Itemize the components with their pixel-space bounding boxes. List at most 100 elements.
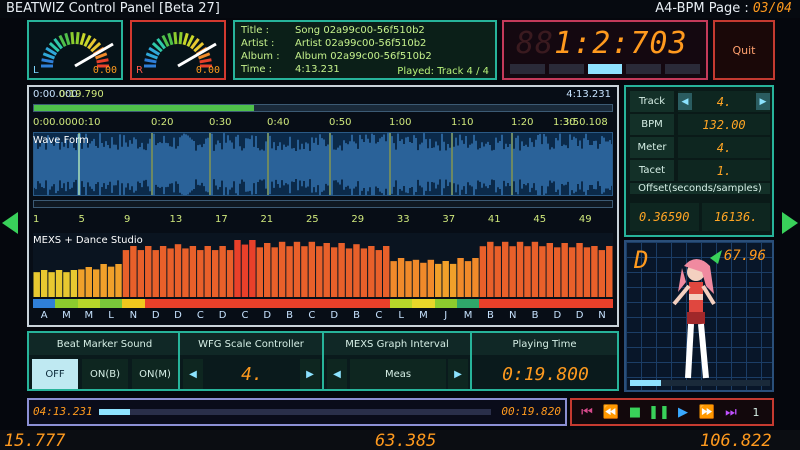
clock-bar bbox=[548, 64, 584, 74]
beat-tick: 9 bbox=[123, 214, 131, 225]
timeline-progress-track[interactable] bbox=[33, 104, 613, 112]
beat-ticks: 1 5 9 13 17 21 25 29 33 37 41 45 49 bbox=[33, 214, 613, 228]
clock-indicator-bars bbox=[510, 64, 700, 74]
artist-key: Artist : bbox=[241, 38, 275, 49]
pause-icon[interactable]: ❚❚ bbox=[648, 402, 670, 422]
mexs-bar bbox=[219, 246, 226, 297]
timeline-tick: 0:20 bbox=[151, 117, 174, 128]
mexs-bar bbox=[226, 250, 234, 297]
fast-forward-icon[interactable]: ⏩ bbox=[696, 402, 718, 422]
mexs-bar bbox=[464, 261, 472, 297]
time-key: Time : bbox=[241, 64, 273, 75]
timeline-cursor-time: 0:19.790 bbox=[59, 89, 104, 100]
left-level-gauge: L 0.00 bbox=[27, 20, 123, 80]
mexs-bar bbox=[494, 246, 501, 297]
mexs-letter: C bbox=[196, 310, 204, 321]
wfg-decrease-icon[interactable]: ◀ bbox=[183, 359, 203, 389]
mexs-bar bbox=[55, 270, 63, 297]
mexs-bar bbox=[531, 241, 539, 297]
mexs-letter: D bbox=[218, 310, 227, 321]
mexs-color-cell bbox=[144, 299, 167, 308]
mexs-bar bbox=[152, 250, 159, 297]
timeline-tick: 0:30 bbox=[209, 117, 232, 128]
mexs-bar bbox=[457, 258, 464, 297]
bottom-left-number: 15.777 bbox=[4, 431, 66, 450]
song-album-row: Album : Album 02a99c00-56f510b2 bbox=[241, 51, 432, 62]
gauge-tick bbox=[199, 58, 212, 64]
mexs-interval-header: MEXS Graph Interval bbox=[324, 333, 470, 355]
mexs-interval-next-icon[interactable]: ▶ bbox=[448, 359, 468, 389]
tacet-value[interactable]: 1. bbox=[678, 160, 770, 181]
offset-label: Offset(seconds/samples) bbox=[630, 183, 770, 194]
mexs-letter: D bbox=[151, 310, 160, 321]
beat-tick: 1 bbox=[33, 214, 40, 225]
track-prev-icon[interactable]: ◀ bbox=[678, 93, 692, 110]
waveform-display[interactable] bbox=[33, 132, 613, 196]
mexs-bar bbox=[33, 272, 40, 297]
meter-label: Meter bbox=[630, 137, 674, 158]
timeline-ticks: 0:00.000 0:10 0:20 0:30 0:40 0:50 1:00 1:10 1:20… bbox=[33, 117, 613, 131]
clock-bar bbox=[665, 64, 700, 74]
meter-value[interactable]: 4. bbox=[678, 137, 770, 158]
quit-button[interactable]: Quit bbox=[713, 20, 775, 80]
beat-marker-sound-panel: Beat Marker Sound OFF ON(B) ON(M) bbox=[27, 331, 182, 391]
mexs-bar bbox=[524, 246, 531, 297]
seek-track[interactable] bbox=[99, 409, 491, 415]
mexs-letter: B bbox=[486, 310, 494, 321]
beat-marker-on-m-button[interactable]: ON(M) bbox=[132, 359, 178, 389]
offset-seconds[interactable]: 0.36590 bbox=[630, 203, 699, 231]
gauge-tick bbox=[96, 58, 109, 64]
seek-bar-panel: 04:13.231 00:19.820 bbox=[27, 398, 567, 426]
mexs-bar bbox=[130, 246, 137, 297]
mexs-letter: D bbox=[263, 310, 272, 321]
left-gauge-value: 0.00 bbox=[92, 65, 117, 76]
mexs-bar bbox=[204, 246, 211, 297]
mexs-letter: C bbox=[375, 310, 383, 321]
right-gauge-label: R bbox=[136, 65, 143, 76]
mexs-interval-prev-icon[interactable]: ◀ bbox=[327, 359, 347, 389]
mexs-bar bbox=[174, 244, 182, 297]
wfg-increase-icon[interactable]: ▶ bbox=[300, 359, 320, 389]
mexs-bar bbox=[516, 241, 524, 297]
mexs-letter: J bbox=[444, 310, 448, 321]
offset-samples[interactable]: 16136. bbox=[701, 203, 770, 231]
wfg-header: WFG Scale Controller bbox=[180, 333, 322, 355]
mexs-color-cell bbox=[166, 299, 190, 308]
seek-current-time: 00:19.820 bbox=[501, 405, 561, 418]
mexs-color-cell bbox=[479, 299, 502, 308]
beat-track bbox=[33, 200, 613, 208]
skip-back-icon[interactable]: ⏮ bbox=[576, 402, 598, 422]
bottom-center-number: 63.385 bbox=[375, 431, 437, 450]
mexs-letter: D bbox=[330, 310, 339, 321]
mexs-letter: D bbox=[174, 310, 182, 321]
left-gauge-label: L bbox=[33, 65, 39, 76]
dancer-figure-icon bbox=[672, 250, 722, 379]
track-next-icon[interactable]: ▶ bbox=[756, 93, 770, 110]
prev-page-arrow-icon[interactable] bbox=[2, 212, 18, 234]
rewind-icon[interactable]: ⏪ bbox=[600, 402, 622, 422]
mexs-bar bbox=[345, 248, 353, 297]
skip-forward-icon[interactable]: ⏭ bbox=[720, 402, 742, 422]
stop-icon[interactable]: ■ bbox=[624, 402, 646, 422]
mexs-color-cell bbox=[211, 299, 234, 308]
clock-bar-active bbox=[587, 64, 623, 74]
mexs-color-cell bbox=[546, 299, 569, 308]
gauge-tick bbox=[79, 32, 86, 46]
bpm-value[interactable]: 132.00 bbox=[678, 114, 770, 135]
timeline-tick: 1:20 bbox=[511, 117, 534, 128]
mexs-color-cell bbox=[323, 299, 346, 308]
next-page-arrow-icon[interactable] bbox=[782, 212, 798, 234]
beat-tick: 37 bbox=[442, 214, 456, 225]
mexs-color-cell bbox=[189, 299, 212, 308]
mexs-bar bbox=[256, 247, 264, 297]
mexs-color-cell bbox=[367, 299, 390, 308]
play-icon[interactable]: ▶ bbox=[672, 402, 694, 422]
clock-value: 1:2:703 bbox=[554, 26, 688, 61]
mexs-color-cell bbox=[523, 299, 547, 308]
beat-marker-on-b-button[interactable]: ON(B) bbox=[82, 359, 128, 389]
mexs-letter: N bbox=[598, 310, 606, 321]
transport-controls: ⏮ ⏪ ■ ❚❚ ▶ ⏩ ⏭ 1 bbox=[570, 398, 774, 426]
beat-marker-off-button[interactable]: OFF bbox=[32, 359, 78, 389]
mexs-color-cell bbox=[300, 299, 324, 308]
mexs-letter: D bbox=[553, 310, 562, 321]
